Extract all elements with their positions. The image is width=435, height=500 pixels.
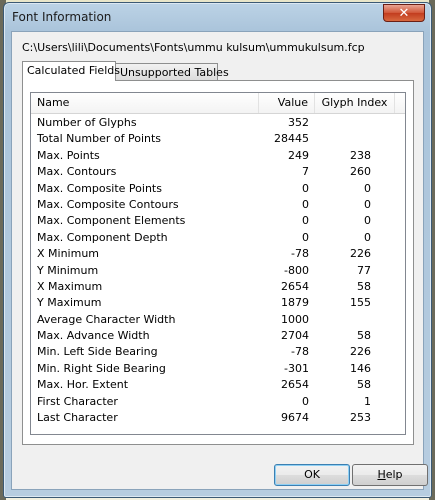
row-value: -301 bbox=[284, 361, 309, 375]
title-bar[interactable]: Font Information ✕ bbox=[4, 3, 431, 31]
row-glyph-index: 58 bbox=[357, 329, 371, 343]
row-value: 0 bbox=[302, 230, 309, 244]
row-glyph-index: 0 bbox=[364, 181, 371, 195]
table-row[interactable]: Max. Contours 7 260 bbox=[31, 164, 405, 180]
row-glyph-index: 58 bbox=[357, 378, 371, 392]
row-glyph-index: 238 bbox=[350, 148, 371, 162]
row-glyph-index: 155 bbox=[350, 296, 371, 310]
close-button[interactable]: ✕ bbox=[383, 4, 425, 22]
row-value: 1879 bbox=[281, 296, 309, 310]
row-value: -78 bbox=[291, 345, 309, 359]
column-header-glyph-index[interactable]: Glyph Index bbox=[315, 93, 395, 113]
font-info-table[interactable]: Name Value Glyph Index Number of Glyphs 3… bbox=[30, 92, 406, 435]
row-name: Max. Composite Points bbox=[37, 181, 162, 195]
table-row[interactable]: Max. Component Depth 0 0 bbox=[31, 230, 405, 246]
row-name: Max. Component Depth bbox=[37, 230, 168, 244]
font-information-dialog: Font Information ✕ C:\Users\lili\Documen… bbox=[3, 2, 432, 498]
column-header-value[interactable]: Value bbox=[259, 93, 315, 113]
row-glyph-index: 253 bbox=[350, 411, 371, 425]
table-row[interactable]: Y Minimum -800 77 bbox=[31, 263, 405, 279]
table-row[interactable]: Max. Composite Points 0 0 bbox=[31, 181, 405, 197]
table-row[interactable]: Number of Glyphs 352 bbox=[31, 115, 405, 131]
dialog-client-area: C:\Users\lili\Documents\Fonts\ummu kulsu… bbox=[11, 31, 428, 490]
table-row[interactable]: Min. Left Side Bearing -78 226 bbox=[31, 344, 405, 360]
row-value: 0 bbox=[302, 394, 309, 408]
row-name: Max. Component Elements bbox=[37, 214, 186, 228]
row-name: Last Character bbox=[37, 411, 118, 425]
row-glyph-index: 226 bbox=[350, 247, 371, 261]
column-header-name[interactable]: Name bbox=[31, 93, 259, 113]
row-name: Total Number of Points bbox=[37, 132, 162, 146]
row-glyph-index: 58 bbox=[357, 279, 371, 293]
row-value: 2704 bbox=[281, 329, 309, 343]
row-name: X Minimum bbox=[37, 247, 100, 261]
row-name: X Maximum bbox=[37, 279, 103, 293]
table-row[interactable]: Total Number of Points 28445 bbox=[31, 131, 405, 147]
row-value: 7 bbox=[302, 165, 309, 179]
table-row[interactable]: X Maximum 2654 58 bbox=[31, 279, 405, 295]
table-row[interactable]: First Character 0 1 bbox=[31, 394, 405, 410]
table-row[interactable]: Max. Component Elements 0 0 bbox=[31, 213, 405, 229]
table-header: Name Value Glyph Index bbox=[31, 93, 405, 114]
row-glyph-index: 146 bbox=[350, 361, 371, 375]
row-glyph-index: 226 bbox=[350, 345, 371, 359]
table-row[interactable]: Min. Right Side Bearing -301 146 bbox=[31, 361, 405, 377]
tab-calculated-fields[interactable]: Calculated Fields bbox=[22, 61, 120, 81]
row-value: 2654 bbox=[281, 378, 309, 392]
row-glyph-index: 0 bbox=[364, 197, 371, 211]
row-value: 2654 bbox=[281, 279, 309, 293]
row-value: 0 bbox=[302, 181, 309, 195]
row-name: Y Maximum bbox=[37, 296, 102, 310]
row-value: 0 bbox=[302, 214, 309, 228]
row-value: 249 bbox=[288, 148, 309, 162]
row-name: Average Character Width bbox=[37, 312, 176, 326]
row-value: 1000 bbox=[281, 312, 309, 326]
row-value: 352 bbox=[288, 116, 309, 129]
row-value: 0 bbox=[302, 197, 309, 211]
dialog-title: Font Information bbox=[12, 10, 112, 24]
row-name: Min. Left Side Bearing bbox=[37, 345, 158, 359]
table-body: Number of Glyphs 352 Total Number of Point… bbox=[31, 115, 405, 426]
table-row[interactable]: Max. Hor. Extent 2654 58 bbox=[31, 377, 405, 393]
row-name: Max. Hor. Extent bbox=[37, 378, 129, 392]
table-row[interactable]: X Minimum -78 226 bbox=[31, 246, 405, 262]
row-name: Max. Composite Contours bbox=[37, 197, 179, 211]
row-value: 28445 bbox=[274, 132, 309, 146]
row-name: Max. Points bbox=[37, 148, 100, 162]
close-icon: ✕ bbox=[398, 6, 410, 21]
row-name: First Character bbox=[37, 394, 118, 408]
tab-unsupported-tables[interactable]: Unsupported Tables bbox=[115, 63, 229, 80]
row-glyph-index: 0 bbox=[364, 230, 371, 244]
row-glyph-index: 1 bbox=[364, 394, 371, 408]
row-glyph-index: 77 bbox=[357, 263, 371, 277]
help-button-accel: H bbox=[377, 468, 386, 481]
row-name: Max. Advance Width bbox=[37, 329, 150, 343]
row-name: Number of Glyphs bbox=[37, 116, 137, 129]
row-glyph-index: 260 bbox=[350, 165, 371, 179]
row-name: Min. Right Side Bearing bbox=[37, 361, 166, 375]
table-row[interactable]: Max. Points 249 238 bbox=[31, 148, 405, 164]
row-value: -78 bbox=[291, 247, 309, 261]
help-button-label: elp bbox=[385, 468, 403, 481]
row-name: Y Minimum bbox=[37, 263, 99, 277]
help-button[interactable]: Help bbox=[352, 464, 428, 486]
row-value: -800 bbox=[284, 263, 309, 277]
font-file-path: C:\Users\lili\Documents\Fonts\ummu kulsu… bbox=[22, 41, 365, 54]
table-row[interactable]: Max. Composite Contours 0 0 bbox=[31, 197, 405, 213]
row-value: 9674 bbox=[281, 411, 309, 425]
row-glyph-index: 0 bbox=[364, 214, 371, 228]
row-name: Max. Contours bbox=[37, 165, 117, 179]
table-row[interactable]: Y Maximum 1879 155 bbox=[31, 295, 405, 311]
table-row[interactable]: Last Character 9674 253 bbox=[31, 410, 405, 426]
table-row[interactable]: Max. Advance Width 2704 58 bbox=[31, 328, 405, 344]
tab-panel-calculated-fields: Name Value Glyph Index Number of Glyphs 3… bbox=[22, 80, 414, 445]
ok-button[interactable]: OK bbox=[274, 464, 350, 486]
table-row[interactable]: Average Character Width 1000 bbox=[31, 312, 405, 328]
